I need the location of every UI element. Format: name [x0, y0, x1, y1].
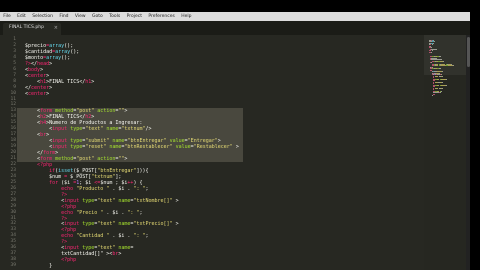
minimap-code-mark	[448, 65, 453, 66]
minimap-code-mark	[440, 65, 446, 66]
vertical-scrollbar[interactable]	[466, 35, 470, 270]
minimap-code-mark	[432, 93, 435, 95]
close-icon[interactable]: ×	[54, 25, 58, 31]
minimap-code-mark	[441, 71, 444, 72]
minimap-code-mark	[441, 84, 446, 86]
menu-item-preferences[interactable]: Preferences	[145, 12, 178, 21]
minimap-code-mark	[442, 60, 444, 62]
menu-item-goto[interactable]: Goto	[89, 12, 106, 21]
tab-bar: FINAL TICS.php ×	[0, 21, 470, 35]
minimap-code-mark	[432, 42, 434, 44]
tab-final-tics[interactable]: FINAL TICS.php ×	[3, 23, 61, 35]
menu-item-edit[interactable]: Edit	[14, 12, 29, 21]
minimap[interactable]	[424, 35, 470, 270]
menu-item-tools[interactable]: Tools	[106, 12, 123, 21]
code-token: }	[19, 263, 53, 270]
minimap-code-mark	[441, 78, 446, 80]
menu-bar: File Edit Selection Find View Goto Tools Projec…	[0, 12, 470, 21]
menu-item-project[interactable]: Project	[123, 12, 145, 21]
code-line[interactable]: }	[19, 263, 421, 269]
menu-item-find[interactable]: Find	[56, 12, 72, 21]
screen-frame: File Edit Selection Find View Goto Tools Projec…	[0, 0, 480, 270]
menu-item-file[interactable]: File	[0, 12, 14, 21]
menu-item-help[interactable]: Help	[178, 12, 195, 21]
menu-item-view[interactable]: View	[72, 12, 89, 21]
tab-label: FINAL TICS.php	[9, 25, 45, 30]
minimap-code-mark	[433, 41, 435, 42]
scroll-thumb[interactable]	[466, 37, 470, 67]
code-area[interactable]: $precio=array(); $cantidad=array(); $mon…	[19, 35, 421, 270]
menu-item-selection[interactable]: Selection	[29, 12, 56, 21]
editor-window: File Edit Selection Find View Goto Tools Projec…	[0, 12, 470, 270]
